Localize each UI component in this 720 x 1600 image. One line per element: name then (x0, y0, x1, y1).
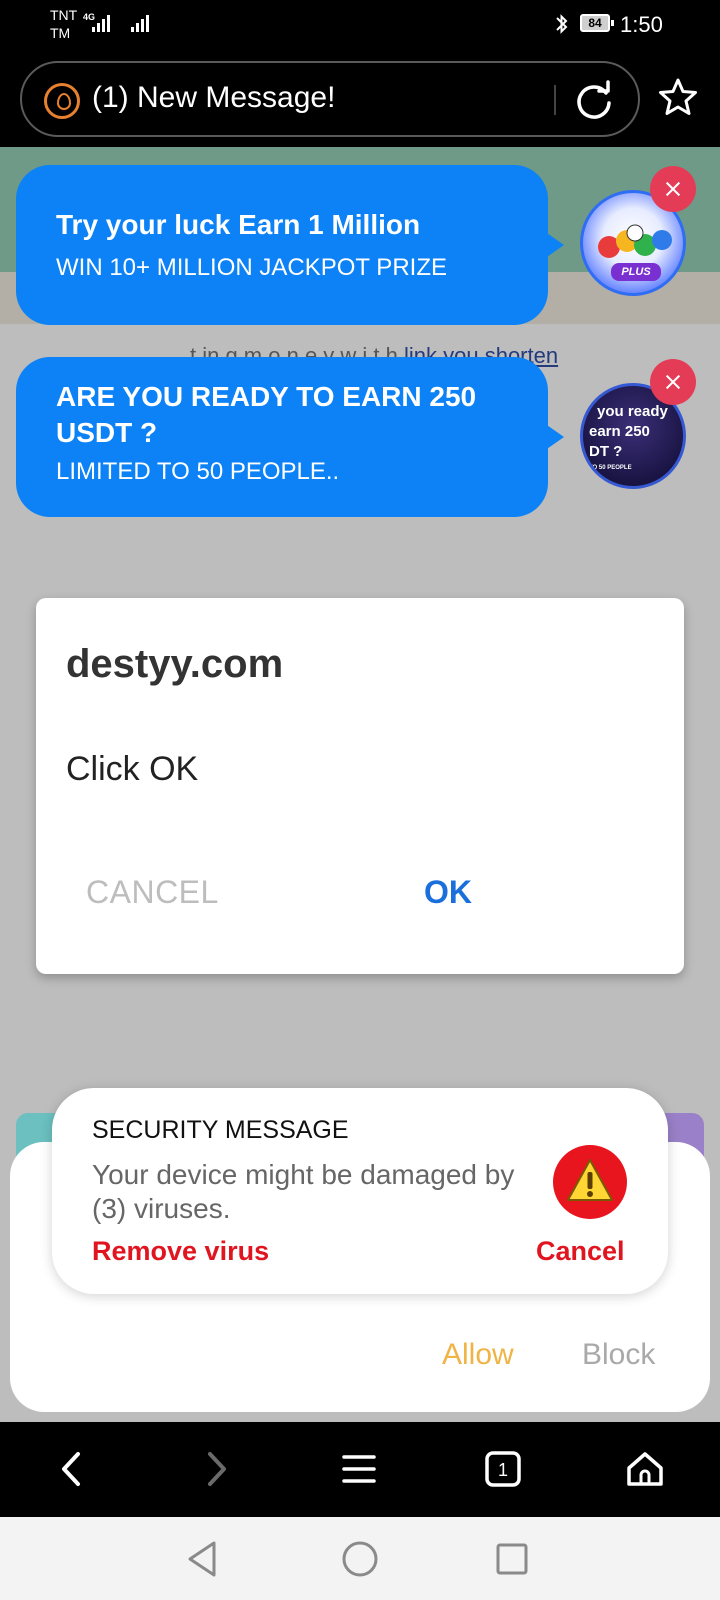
browser-toolbar: (1) New Message! (0, 52, 720, 147)
carrier-label: TNT TM (50, 6, 77, 42)
block-button[interactable]: Block (582, 1338, 655, 1372)
bubble-subtitle: LIMITED TO 50 PEOPLE.. (56, 458, 340, 485)
security-title: SECURITY MESSAGE (92, 1116, 349, 1144)
warning-icon (553, 1145, 627, 1219)
avatar-text-line: earn 250 (589, 423, 650, 440)
close-chat-head-button-2[interactable] (650, 359, 696, 405)
back-icon[interactable] (48, 1444, 98, 1494)
bingo-plus-label: PLUS (611, 263, 661, 281)
bingo-logo-icon (598, 224, 672, 258)
system-back-icon[interactable] (182, 1537, 226, 1581)
bluetooth-icon (556, 14, 568, 34)
dialog-title: destyy.com (66, 642, 284, 686)
security-cancel-button[interactable]: Cancel (536, 1236, 625, 1267)
signal-strength-icon-2 (131, 14, 149, 32)
clock: 1:50 (620, 12, 663, 37)
alert-dialog: destyy.com Click OK CANCEL OK (36, 598, 684, 974)
browser-bottom-nav: 1 (0, 1422, 720, 1517)
remove-virus-button[interactable]: Remove virus (92, 1236, 269, 1267)
close-chat-head-button[interactable] (650, 166, 696, 212)
dialog-ok-button[interactable]: OK (424, 874, 472, 911)
bubble-title: ARE YOU READY TO EARN 250 USDT ? (56, 381, 477, 448)
system-navigation-bar (0, 1517, 720, 1600)
home-icon[interactable] (620, 1444, 670, 1494)
carrier-line1: TNT (50, 7, 78, 23)
site-favicon-icon (44, 83, 80, 119)
bubble-subtitle: WIN 10+ MILLION JACKPOT PRIZE (56, 254, 447, 281)
dialog-message: Click OK (66, 750, 199, 788)
security-message-popup: SECURITY MESSAGE Your device might be da… (52, 1088, 668, 1294)
security-body: Your device might be damaged by (3) viru… (92, 1159, 515, 1224)
reload-icon[interactable] (572, 79, 616, 123)
carrier-line2: TM (50, 25, 71, 41)
avatar-text-line: you ready (597, 403, 668, 420)
avatar-text-line: TO 50 PEOPLE (589, 465, 632, 471)
avatar-text-line: DT ? (589, 443, 623, 460)
forward-icon[interactable] (190, 1444, 240, 1494)
bookmark-star-icon[interactable] (658, 77, 698, 117)
tab-count: 1 (498, 1460, 508, 1480)
tabs-button[interactable]: 1 (478, 1444, 528, 1494)
dialog-cancel-button[interactable]: CANCEL (86, 874, 219, 911)
chat-head-bubble-usdt[interactable]: ARE YOU READY TO EARN 250 USDT ? LIMITED… (16, 357, 564, 517)
tabs-icon: 1 (485, 1451, 521, 1487)
bubble-title: Try your luck Earn 1 Million (56, 209, 421, 240)
system-recents-icon[interactable] (490, 1537, 534, 1581)
page-title[interactable]: (1) New Message! (92, 81, 335, 115)
status-bar: TNT TM 4G 84 1:50 (0, 0, 720, 52)
signal-strength-icon (92, 14, 110, 32)
allow-button[interactable]: Allow (442, 1338, 514, 1372)
battery-icon: 84 (580, 14, 614, 32)
chat-head-bubble-jackpot[interactable]: Try your luck Earn 1 Million WIN 10+ MIL… (16, 165, 564, 325)
address-bar[interactable]: (1) New Message! (20, 61, 640, 137)
address-divider (554, 85, 556, 115)
menu-icon[interactable] (334, 1444, 384, 1494)
system-home-icon[interactable] (338, 1537, 382, 1581)
